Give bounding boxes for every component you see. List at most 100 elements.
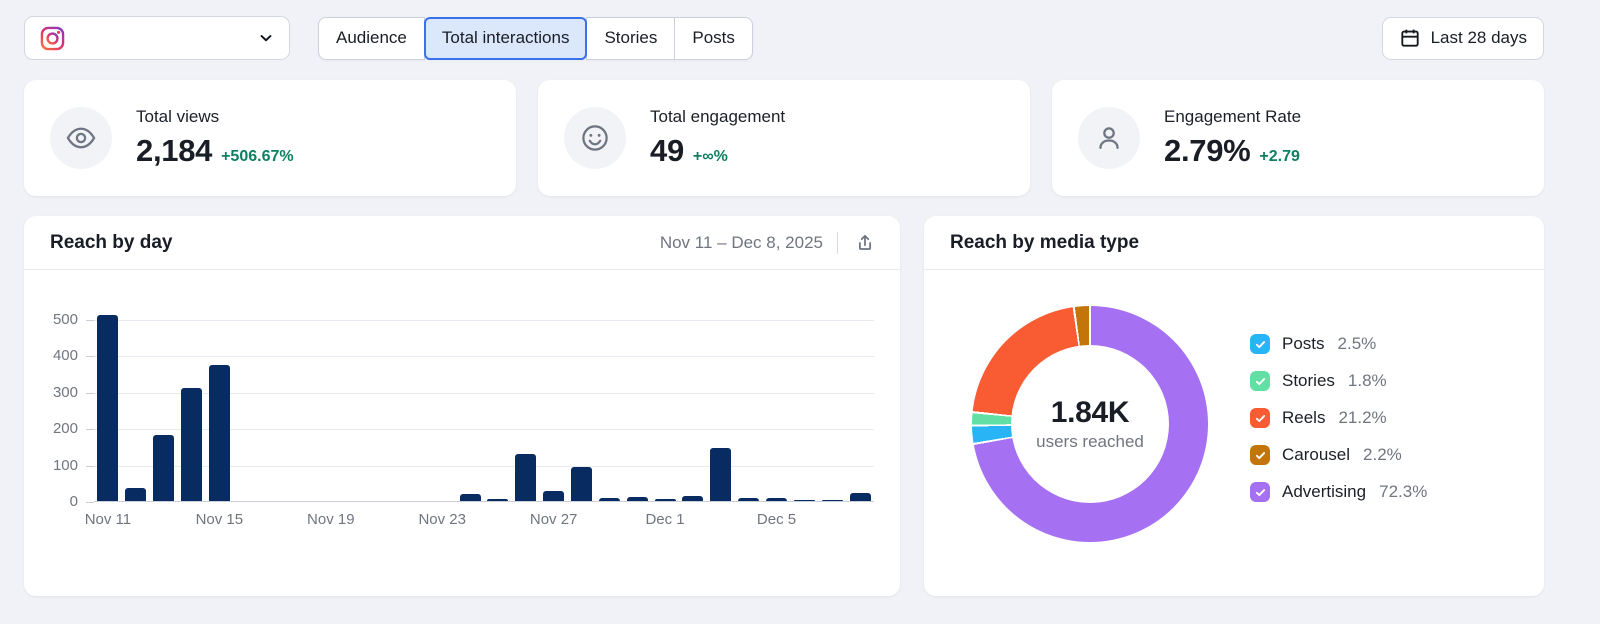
bar-slot-dec-8 [846, 320, 874, 501]
kpi-card-engagement-rate: Engagement Rate 2.79% +2.79 [1052, 80, 1544, 196]
bar-slot-dec-4 [735, 320, 763, 501]
top-toolbar: Audience Total interactions Stories Post… [24, 16, 1544, 60]
bar[interactable] [571, 467, 593, 501]
chevron-down-icon [257, 29, 275, 47]
y-axis-label: 0 [69, 493, 78, 510]
card-title: Reach by media type [950, 231, 1140, 253]
bar-slot-dec-6 [790, 320, 818, 501]
bar[interactable] [682, 496, 704, 501]
instagram-icon [39, 25, 66, 52]
x-axis-label: Nov 11 [84, 511, 132, 528]
tab-stories[interactable]: Stories [586, 16, 676, 60]
tab-total-interactions[interactable]: Total interactions [423, 16, 588, 60]
bar-slot-nov-14 [178, 320, 206, 501]
kpi-label: Total engagement [650, 107, 786, 126]
bar[interactable] [654, 499, 676, 501]
bar[interactable] [793, 499, 815, 501]
kpi-card-total-views: Total views 2,184 +506.67% [24, 80, 516, 196]
x-axis-label: Nov 15 [195, 511, 244, 528]
kpi-value: 2.79% [1164, 133, 1251, 168]
checkbox-checked-icon[interactable] [1250, 482, 1270, 502]
legend-item-advertising[interactable]: Advertising 72.3% [1250, 482, 1427, 502]
checkbox-checked-icon[interactable] [1250, 371, 1270, 391]
legend-percent: 2.5% [1337, 334, 1377, 353]
bar-chart-plot-area: 0 100 200 300 400 500 [53, 311, 874, 510]
bar[interactable] [766, 498, 788, 501]
reach-by-media-type-card: Reach by media type 1.84K users reached … [924, 216, 1544, 596]
bar[interactable] [125, 488, 147, 501]
bar-slot-nov-20 [345, 320, 373, 501]
bar-chart: 0 100 200 300 400 500 Nov 11 Nov 15 Nov 19 Nov 2… [24, 270, 900, 536]
checkbox-checked-icon[interactable] [1250, 334, 1270, 354]
divider [837, 231, 838, 254]
kpi-row: Total views 2,184 +506.67% Total engagem… [24, 80, 1544, 196]
bar-series [94, 315, 874, 501]
tab-posts[interactable]: Posts [674, 16, 753, 60]
donut-chart[interactable]: 1.84K users reached [972, 306, 1208, 542]
x-axis-label: Dec 1 [645, 511, 685, 528]
legend-label: Stories [1282, 371, 1335, 390]
bar-slot-nov-27 [540, 320, 568, 501]
export-button[interactable] [852, 230, 878, 256]
kpi-card-total-engagement: Total engagement 49 +∞% [538, 80, 1030, 196]
eye-icon [50, 107, 112, 169]
legend-item-reels[interactable]: Reels 21.2% [1250, 408, 1427, 428]
bar-slot-dec-1 [651, 320, 679, 501]
checkbox-checked-icon[interactable] [1250, 408, 1270, 428]
y-axis-label: 400 [52, 347, 78, 364]
legend-percent: 1.8% [1347, 371, 1387, 390]
export-icon [854, 232, 876, 254]
date-range-label: Last 28 days [1430, 28, 1527, 47]
legend-item-posts[interactable]: Posts 2.5% [1250, 334, 1427, 354]
x-axis-label: Nov 19 [307, 511, 355, 528]
reach-by-day-header: Reach by day Nov 11 – Dec 8, 2025 [24, 216, 900, 270]
kpi-delta: +∞% [692, 148, 728, 165]
bar[interactable] [821, 499, 843, 501]
y-axis-label: 100 [52, 457, 78, 474]
bar-slot-dec-5 [763, 320, 791, 501]
donut-center-value: 1.84K [1050, 396, 1130, 429]
bar[interactable] [153, 435, 175, 501]
legend-percent: 21.2% [1338, 408, 1387, 427]
bar[interactable] [487, 499, 509, 501]
bar[interactable] [710, 447, 732, 501]
legend-label: Advertising [1282, 482, 1367, 501]
y-axis-label: 200 [52, 420, 78, 437]
x-axis-label: Dec 5 [756, 511, 797, 528]
legend-item-stories[interactable]: Stories 1.8% [1250, 371, 1427, 391]
date-range-button[interactable]: Last 28 days [1381, 16, 1544, 60]
y-axis-tick [86, 502, 94, 503]
bar[interactable] [208, 364, 230, 501]
bar-chart-x-axis: Nov 11 Nov 15 Nov 19 Nov 23 Nov 27 Dec 1 Dec 5 [85, 502, 874, 536]
account-selector[interactable] [24, 16, 290, 60]
kpi-delta: +2.79 [1259, 148, 1300, 165]
bar-slot-nov-16 [233, 320, 261, 501]
kpi-value: 2,184 [136, 133, 213, 168]
checkbox-checked-icon[interactable] [1250, 445, 1270, 465]
bar-slot-nov-25 [484, 320, 512, 501]
bar-slot-nov-28 [568, 320, 596, 501]
bar[interactable] [543, 491, 565, 501]
view-tabs: Audience Total interactions Stories Post… [318, 16, 753, 60]
social-analytics-dashboard: Audience Total interactions Stories Post… [0, 0, 1600, 624]
legend-item-carousel[interactable]: Carousel 2.2% [1250, 445, 1427, 465]
bar[interactable] [849, 493, 871, 501]
x-axis-label: Nov 23 [418, 511, 466, 528]
person-icon [1078, 107, 1140, 169]
bar[interactable] [598, 498, 620, 501]
bar-slot-nov-11 [94, 315, 122, 501]
bar[interactable] [97, 315, 119, 501]
bar-slot-nov-18 [289, 320, 317, 501]
bar[interactable] [515, 454, 537, 501]
bar[interactable] [181, 388, 202, 501]
kpi-delta: +506.67% [221, 148, 294, 165]
donut-center-label: users reached [1036, 432, 1144, 451]
bar-slot-nov-17 [261, 320, 289, 501]
legend-label: Posts [1282, 334, 1325, 353]
tab-audience[interactable]: Audience [318, 16, 425, 60]
bar[interactable] [626, 497, 648, 501]
bar[interactable] [738, 498, 760, 501]
bar-slot-nov-12 [122, 320, 150, 501]
y-axis-tick [86, 429, 94, 430]
bar[interactable] [459, 493, 481, 501]
